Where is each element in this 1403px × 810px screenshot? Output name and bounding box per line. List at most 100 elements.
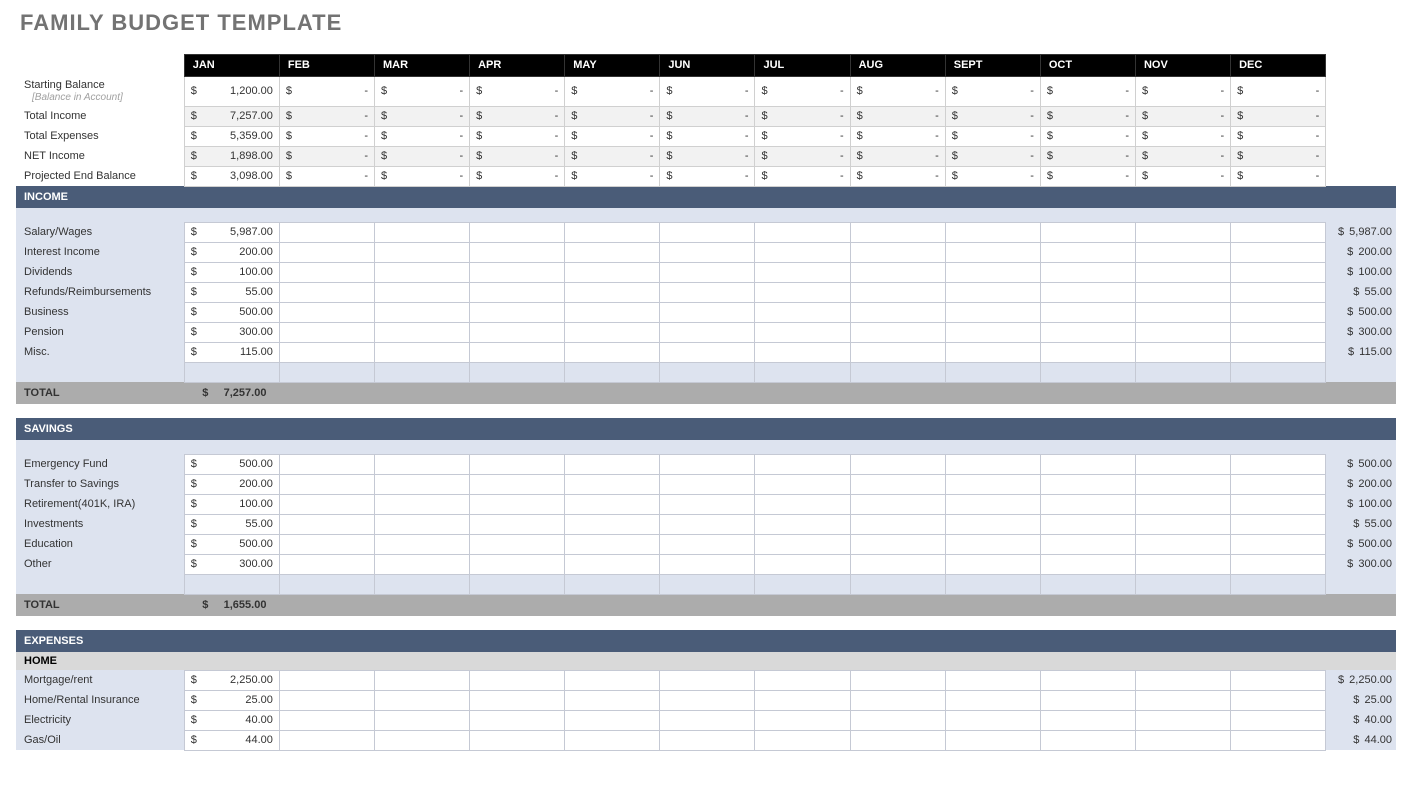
data-cell[interactable] <box>1231 670 1326 690</box>
data-cell[interactable] <box>945 710 1040 730</box>
summary-cell[interactable]: $- <box>470 146 565 166</box>
data-cell[interactable] <box>1040 302 1135 322</box>
data-cell[interactable] <box>850 262 945 282</box>
summary-cell[interactable]: $- <box>374 76 469 106</box>
data-cell[interactable]: $500.00 <box>184 302 279 322</box>
data-cell[interactable] <box>279 514 374 534</box>
data-cell[interactable] <box>470 262 565 282</box>
data-cell[interactable] <box>850 670 945 690</box>
data-cell[interactable] <box>755 262 850 282</box>
data-cell[interactable] <box>1231 730 1326 750</box>
data-cell[interactable] <box>374 302 469 322</box>
data-cell[interactable] <box>279 534 374 554</box>
summary-cell[interactable]: $- <box>945 166 1040 186</box>
summary-cell[interactable]: $- <box>850 106 945 126</box>
data-cell[interactable] <box>850 282 945 302</box>
data-cell[interactable] <box>1231 342 1326 362</box>
data-cell[interactable] <box>374 322 469 342</box>
data-cell[interactable] <box>1135 362 1230 382</box>
data-cell[interactable] <box>1135 262 1230 282</box>
summary-cell[interactable]: $1,200.00 <box>184 76 279 106</box>
data-cell[interactable] <box>374 710 469 730</box>
data-cell[interactable]: $2,250.00 <box>184 670 279 690</box>
data-cell[interactable] <box>470 554 565 574</box>
data-cell[interactable] <box>1135 474 1230 494</box>
data-cell[interactable] <box>1231 474 1326 494</box>
summary-cell[interactable]: $- <box>279 126 374 146</box>
data-cell[interactable] <box>1135 670 1230 690</box>
summary-cell[interactable]: $- <box>470 126 565 146</box>
data-cell[interactable] <box>279 222 374 242</box>
data-cell[interactable] <box>1135 282 1230 302</box>
data-cell[interactable] <box>279 474 374 494</box>
data-cell[interactable] <box>1231 554 1326 574</box>
summary-cell[interactable]: $- <box>470 166 565 186</box>
summary-cell[interactable]: $- <box>1135 166 1230 186</box>
data-cell[interactable] <box>1040 534 1135 554</box>
data-cell[interactable] <box>374 514 469 534</box>
summary-cell[interactable]: $- <box>1040 146 1135 166</box>
data-cell[interactable] <box>1040 494 1135 514</box>
data-cell[interactable] <box>470 222 565 242</box>
summary-cell[interactable]: $- <box>1231 126 1326 146</box>
data-cell[interactable] <box>374 494 469 514</box>
data-cell[interactable] <box>470 710 565 730</box>
data-cell[interactable] <box>1040 322 1135 342</box>
summary-cell[interactable]: $- <box>1231 106 1326 126</box>
data-cell[interactable] <box>660 554 755 574</box>
data-cell[interactable] <box>565 690 660 710</box>
data-cell[interactable] <box>279 710 374 730</box>
data-cell[interactable] <box>755 362 850 382</box>
data-cell[interactable] <box>945 342 1040 362</box>
data-cell[interactable]: $25.00 <box>184 690 279 710</box>
data-cell[interactable] <box>1231 362 1326 382</box>
data-cell[interactable]: $500.00 <box>184 534 279 554</box>
data-cell[interactable] <box>1040 554 1135 574</box>
data-cell[interactable] <box>755 242 850 262</box>
data-cell[interactable] <box>660 710 755 730</box>
summary-cell[interactable]: $- <box>565 76 660 106</box>
data-cell[interactable]: $44.00 <box>184 730 279 750</box>
summary-cell[interactable]: $- <box>945 76 1040 106</box>
summary-cell[interactable]: $- <box>1135 146 1230 166</box>
data-cell[interactable] <box>279 690 374 710</box>
data-cell[interactable] <box>1135 454 1230 474</box>
summary-cell[interactable]: $- <box>1135 126 1230 146</box>
data-cell[interactable]: $500.00 <box>184 454 279 474</box>
data-cell[interactable] <box>1040 242 1135 262</box>
data-cell[interactable] <box>565 534 660 554</box>
data-cell[interactable] <box>279 262 374 282</box>
data-cell[interactable] <box>1040 262 1135 282</box>
data-cell[interactable] <box>279 574 374 594</box>
data-cell[interactable] <box>1040 282 1135 302</box>
data-cell[interactable] <box>1135 730 1230 750</box>
summary-cell[interactable]: $- <box>660 126 755 146</box>
data-cell[interactable] <box>565 574 660 594</box>
data-cell[interactable] <box>565 730 660 750</box>
data-cell[interactable] <box>1040 574 1135 594</box>
summary-cell[interactable]: $- <box>660 146 755 166</box>
data-cell[interactable] <box>660 222 755 242</box>
data-cell[interactable] <box>1135 574 1230 594</box>
data-cell[interactable] <box>1040 454 1135 474</box>
data-cell[interactable] <box>945 554 1040 574</box>
data-cell[interactable] <box>374 342 469 362</box>
data-cell[interactable] <box>1231 534 1326 554</box>
data-cell[interactable] <box>755 514 850 534</box>
data-cell[interactable] <box>660 730 755 750</box>
data-cell[interactable] <box>755 474 850 494</box>
summary-cell[interactable]: $- <box>565 126 660 146</box>
data-cell[interactable] <box>1231 242 1326 262</box>
data-cell[interactable] <box>945 494 1040 514</box>
summary-cell[interactable]: $5,359.00 <box>184 126 279 146</box>
data-cell[interactable] <box>1231 494 1326 514</box>
data-cell[interactable] <box>470 670 565 690</box>
summary-cell[interactable]: $1,898.00 <box>184 146 279 166</box>
data-cell[interactable] <box>945 242 1040 262</box>
summary-cell[interactable]: $- <box>850 166 945 186</box>
summary-cell[interactable]: $- <box>565 146 660 166</box>
data-cell[interactable] <box>470 242 565 262</box>
summary-cell[interactable]: $- <box>850 76 945 106</box>
data-cell[interactable] <box>279 494 374 514</box>
data-cell[interactable] <box>660 302 755 322</box>
